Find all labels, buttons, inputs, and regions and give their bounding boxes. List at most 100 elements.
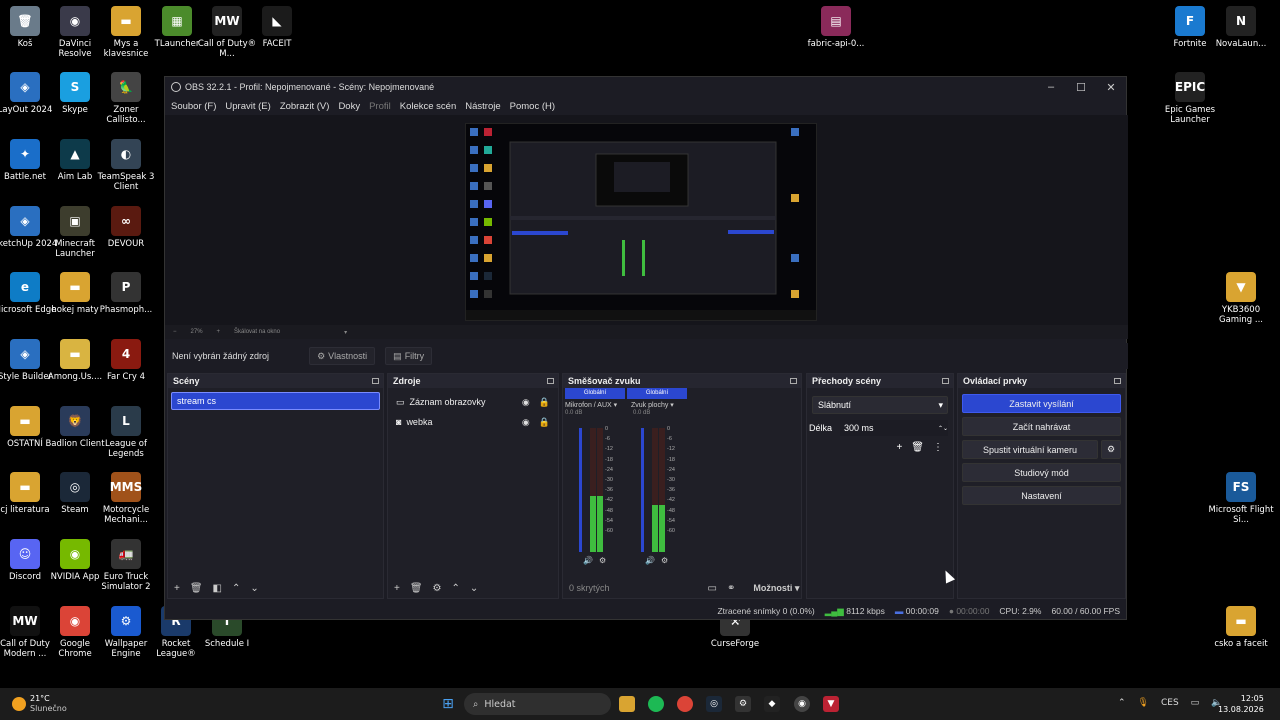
- chevron-up-icon[interactable]: ⌃: [1118, 698, 1126, 708]
- speaker-icon[interactable]: 🔊: [645, 556, 655, 565]
- start-recording-button[interactable]: Začít nahrávat: [962, 417, 1121, 436]
- channel-name[interactable]: Mikrofon / AUX ▾: [565, 401, 625, 409]
- shield-icon[interactable]: ▼: [823, 696, 839, 712]
- window-title: OBS 32.2.1 - Profil: Nepojmenované - Scé…: [185, 82, 435, 92]
- chevron-down-icon[interactable]: ⌄: [250, 583, 258, 594]
- chevron-down-icon[interactable]: ▾: [344, 329, 347, 336]
- add-icon[interactable]: +: [896, 442, 902, 453]
- trash-icon[interactable]: 🗑: [190, 583, 203, 594]
- desktop-icon[interactable]: 4 Far Cry 4: [93, 339, 159, 382]
- gear-icon[interactable]: ⚙: [1101, 440, 1121, 459]
- menu-scene-collection[interactable]: Kolekce scén: [400, 101, 457, 112]
- chevron-up-icon[interactable]: ⌃: [232, 583, 240, 594]
- desktop-icon[interactable]: ◣ FACEIT: [244, 6, 310, 49]
- popout-icon[interactable]: [1114, 378, 1121, 384]
- trash-icon[interactable]: 🗑: [410, 583, 423, 594]
- more-icon[interactable]: ⋮: [933, 442, 943, 453]
- filters-button[interactable]: ▤ Filtry: [385, 347, 433, 365]
- microphone-icon[interactable]: 🎙: [1138, 698, 1149, 708]
- eye-icon[interactable]: ◉: [522, 397, 530, 408]
- add-icon[interactable]: +: [394, 583, 400, 594]
- network-icon[interactable]: ▭: [1191, 698, 1200, 708]
- menu-edit[interactable]: Upravit (E): [225, 101, 270, 112]
- source-item[interactable]: ◙ webka ◉ 🔒: [388, 412, 558, 432]
- popout-icon[interactable]: [942, 378, 949, 384]
- studio-mode-button[interactable]: Studiový mód: [962, 463, 1121, 482]
- popout-icon[interactable]: [547, 378, 554, 384]
- search-box[interactable]: ⌕ Hledat: [464, 693, 611, 715]
- transition-select[interactable]: Slábnutí ▾: [812, 396, 948, 414]
- source-item[interactable]: ▭ Záznam obrazovky ◉ 🔒: [388, 392, 558, 412]
- link-icon[interactable]: ⚭: [727, 583, 735, 594]
- desktop-icon[interactable]: 🚛 Euro Truck Simulator 2: [93, 539, 159, 592]
- desktop-app-icon: e: [10, 272, 40, 302]
- channel-header: Globální: [627, 388, 687, 399]
- app-icon[interactable]: ◆: [764, 696, 780, 712]
- options-button[interactable]: Možnosti ▾: [753, 583, 799, 594]
- channel-name[interactable]: Zvuk plochy ▾: [627, 401, 687, 409]
- properties-button[interactable]: ⚙ Vlastnosti: [309, 347, 376, 365]
- desktop-icon[interactable]: MMS Motorcycle Mechani...: [93, 472, 159, 525]
- trash-icon[interactable]: 🗑: [911, 442, 924, 453]
- stop-stream-button[interactable]: Zastavit vysílání: [962, 394, 1121, 413]
- spotify-icon[interactable]: [648, 696, 664, 712]
- lock-icon[interactable]: 🔒: [539, 417, 550, 428]
- chevron-down-icon[interactable]: ⌄: [470, 583, 478, 594]
- gear-icon[interactable]: ⚙: [433, 583, 442, 594]
- menu-tools[interactable]: Nástroje: [465, 101, 500, 112]
- app-icon[interactable]: ⚙: [735, 696, 751, 712]
- preview-canvas[interactable]: [465, 123, 817, 321]
- desktop-icon[interactable]: ▬ csko a faceit: [1208, 606, 1274, 649]
- popout-icon[interactable]: [372, 378, 379, 384]
- desktop-icon[interactable]: 🦜 Zoner Callisto...: [93, 72, 159, 125]
- spin-icon[interactable]: ⌃⌄: [938, 425, 948, 432]
- chrome-icon[interactable]: [677, 696, 693, 712]
- minimize-button[interactable]: –: [1036, 81, 1066, 94]
- gear-icon[interactable]: ⚙: [599, 556, 606, 565]
- layout-icon[interactable]: ▭: [708, 583, 717, 594]
- virtual-camera-button[interactable]: Spustit virtuální kameru: [962, 440, 1098, 459]
- steam-icon[interactable]: ◎: [706, 696, 722, 712]
- gear-icon[interactable]: ⚙: [661, 556, 668, 565]
- popout-icon[interactable]: [790, 378, 797, 384]
- volume-fader[interactable]: [641, 428, 644, 552]
- speaker-icon[interactable]: 🔊: [583, 556, 593, 565]
- desktop-icon[interactable]: ◐ TeamSpeak 3 Client: [93, 139, 159, 192]
- camera-icon: ◙: [396, 417, 402, 427]
- desktop-icon[interactable]: ▼ YKB3600 Gaming ...: [1208, 272, 1274, 325]
- lock-icon[interactable]: 🔒: [539, 397, 550, 408]
- desktop-icon[interactable]: ∞ DEVOUR: [93, 206, 159, 249]
- eye-icon[interactable]: ◉: [522, 417, 530, 428]
- menu-help[interactable]: Pomoc (H): [510, 101, 555, 112]
- desktop-icon[interactable]: L League of Legends: [93, 406, 159, 459]
- maximize-button[interactable]: ☐: [1066, 81, 1096, 94]
- desktop-icon[interactable]: EPIC Epic Games Launcher: [1157, 72, 1223, 125]
- weather-widget[interactable]: 21°C Slunečno: [12, 694, 67, 714]
- chevron-up-icon[interactable]: ⌃: [452, 583, 460, 594]
- zoom-out-button[interactable]: −: [173, 329, 177, 335]
- menu-docks[interactable]: Doky: [338, 101, 360, 112]
- close-button[interactable]: ✕: [1096, 81, 1126, 94]
- filter-icon[interactable]: ◧: [213, 583, 222, 594]
- desktop-icon[interactable]: ▤ fabric-api-0...: [803, 6, 869, 49]
- language-indicator[interactable]: CES: [1161, 698, 1179, 708]
- menu-view[interactable]: Zobrazit (V): [280, 101, 330, 112]
- menu-file[interactable]: Soubor (F): [171, 101, 216, 112]
- scene-item[interactable]: stream cs: [171, 392, 380, 410]
- preview-area[interactable]: [165, 115, 1128, 325]
- desktop-icon[interactable]: FS Microsoft Flight Si...: [1208, 472, 1274, 525]
- add-icon[interactable]: +: [174, 583, 180, 594]
- obs-taskbar-icon[interactable]: ◉: [794, 696, 810, 712]
- settings-button[interactable]: Nastavení: [962, 486, 1121, 505]
- desktop-icon[interactable]: N NovaLaun...: [1208, 6, 1274, 49]
- obs-titlebar[interactable]: OBS 32.2.1 - Profil: Nepojmenované - Scé…: [165, 77, 1126, 97]
- zoom-in-button[interactable]: +: [217, 329, 221, 335]
- windows-start-icon[interactable]: ⊞: [440, 696, 456, 712]
- clock[interactable]: 12:05 13.08.2026: [1218, 693, 1264, 715]
- duration-input[interactable]: 300 ms ⌃⌄: [840, 420, 948, 436]
- scale-mode[interactable]: Škálovat na okno: [234, 329, 280, 335]
- desktop-icon[interactable]: P Phasmoph...: [93, 272, 159, 315]
- file-explorer-icon[interactable]: [619, 696, 635, 712]
- volume-fader[interactable]: [579, 428, 582, 552]
- menu-profile[interactable]: Profil: [369, 101, 391, 112]
